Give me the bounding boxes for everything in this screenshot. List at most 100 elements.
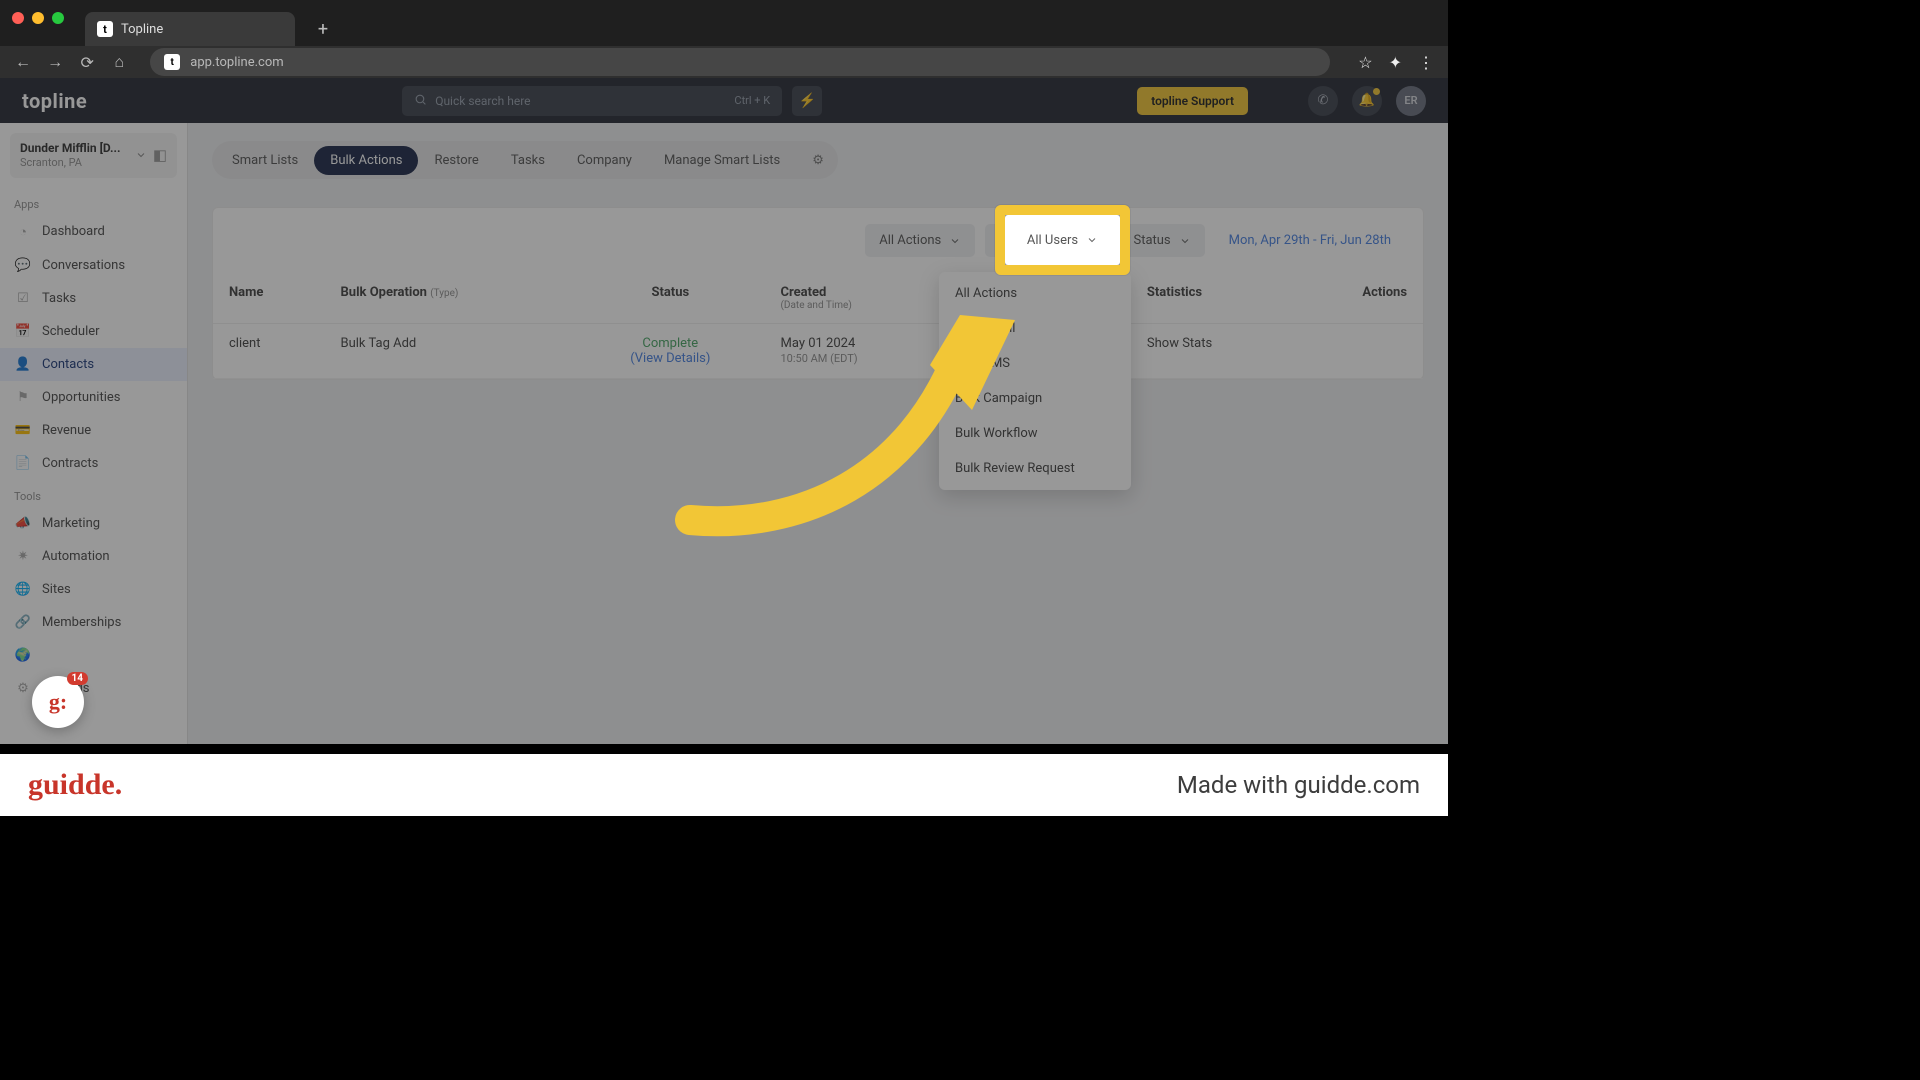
chevron-down-icon <box>1086 234 1098 246</box>
mac-window-lights <box>12 12 64 24</box>
mac-minimize-icon[interactable] <box>32 12 44 24</box>
mac-close-icon[interactable] <box>12 12 24 24</box>
tab-bulk-actions[interactable]: Bulk Actions <box>314 146 418 175</box>
notifications-button[interactable]: 🔔 <box>1352 86 1382 116</box>
table-row: client Bulk Tag Add Complete (View Detai… <box>213 324 1423 379</box>
forward-icon[interactable]: → <box>46 52 64 72</box>
bookmark-icon[interactable]: ☆ <box>1358 53 1372 72</box>
dropdown-item[interactable]: Bulk SMS <box>939 346 1131 381</box>
mac-fullscreen-icon[interactable] <box>52 12 64 24</box>
tab-company[interactable]: Company <box>561 146 648 175</box>
dropdown-item[interactable]: Bulk Workflow <box>939 416 1131 451</box>
tab-tasks[interactable]: Tasks <box>495 146 561 175</box>
location-name: Dunder Mifflin [D... <box>20 141 120 155</box>
sidebar-section-apps: Apps <box>0 188 187 215</box>
chat-icon: 💬 <box>14 258 32 273</box>
cell-name: client <box>213 324 325 379</box>
guidde-recorder-bubble[interactable]: g: 14 <box>32 676 84 728</box>
main-content: Smart Lists Bulk Actions Restore Tasks C… <box>188 123 1448 744</box>
reload-icon[interactable]: ⟳ <box>78 53 96 72</box>
sidebar-item-sites[interactable]: 🌐Sites <box>0 573 187 606</box>
location-switcher[interactable]: Dunder Mifflin [D... Scranton, PA ◧ <box>10 133 177 178</box>
filter-all-actions[interactable]: All Actions <box>865 224 975 257</box>
filters-row: All Actions All Users Any Status Mon, Ap… <box>213 208 1423 273</box>
home-icon[interactable]: ⌂ <box>110 52 128 72</box>
doc-icon: 📄 <box>14 456 32 471</box>
dropdown-item[interactable]: Bulk Campaign <box>939 381 1131 416</box>
url-bar[interactable]: t app.topline.com <box>150 48 1330 76</box>
sidebar-item-memberships[interactable]: 🔗Memberships <box>0 606 187 639</box>
calendar-icon: 📅 <box>14 324 32 339</box>
filter-date-range[interactable]: Mon, Apr 29th - Fri, Jun 28th <box>1215 224 1405 257</box>
sidebar-item-tasks[interactable]: ☑Tasks <box>0 282 187 315</box>
chevron-down-icon <box>1179 235 1191 247</box>
global-search[interactable]: Quick search here Ctrl + K <box>402 86 782 116</box>
phone-button[interactable]: ✆ <box>1308 86 1338 116</box>
earth-icon: 🌍 <box>14 648 32 663</box>
th-actions: Actions <box>1294 273 1423 324</box>
annotation-highlight: All Users <box>995 205 1130 275</box>
new-tab-button[interactable]: + <box>309 15 337 43</box>
bulk-actions-table: Name Bulk Operation (Type) Status Create… <box>213 273 1423 379</box>
bell-icon: 🔔 <box>1359 93 1375 108</box>
footer: guidde. Made with guidde.com <box>0 754 1448 816</box>
cell-actions <box>1294 324 1423 379</box>
app-body: Dunder Mifflin [D... Scranton, PA ◧ Apps… <box>0 123 1448 744</box>
tab-smart-lists[interactable]: Smart Lists <box>216 146 314 175</box>
sidebar-label: Dashboard <box>42 224 105 239</box>
sidebar-label: Contacts <box>42 357 94 372</box>
location-sub: Scranton, PA <box>20 156 82 169</box>
sidebar-item-conversations[interactable]: 💬 Conversations <box>0 249 187 282</box>
dashboard-icon: ◔ <box>14 224 32 240</box>
tab-strip: t Topline + <box>85 12 337 46</box>
user-avatar[interactable]: ER <box>1396 86 1426 116</box>
globe-icon: 🌐 <box>14 582 32 597</box>
sidebar-item-scheduler[interactable]: 📅Scheduler <box>0 315 187 348</box>
sidebar-item-dashboard[interactable]: ◔ Dashboard <box>0 215 187 249</box>
tab-favicon-icon: t <box>97 21 113 37</box>
search-kbd-hint: Ctrl + K <box>734 94 770 107</box>
sidebar-item-marketing[interactable]: 📣Marketing <box>0 507 187 540</box>
dropdown-item[interactable]: Bulk Review Request <box>939 451 1131 486</box>
sidebar-item-unknown[interactable]: 🌍 <box>0 639 187 672</box>
dropdown-item[interactable]: Bulk Email <box>939 311 1131 346</box>
tabs-settings-button[interactable]: ⚙ <box>802 146 834 175</box>
sidebar-label: Conversations <box>42 258 125 273</box>
highlight-inner[interactable]: All Users <box>1005 215 1120 265</box>
guidde-logo: guidde. <box>28 768 122 802</box>
highlight-label: All Users <box>1027 233 1078 248</box>
sidebar-label: Tasks <box>42 291 76 306</box>
cell-created: May 01 2024 10:50 AM (EDT) <box>765 324 948 379</box>
phone-icon: ✆ <box>1318 93 1329 108</box>
tab-manage-smart-lists[interactable]: Manage Smart Lists <box>648 146 796 175</box>
bolt-button[interactable]: ⚡ <box>792 86 822 116</box>
browser-menu-icon[interactable]: ⋮ <box>1418 53 1434 72</box>
dropdown-item[interactable]: All Actions <box>939 276 1131 311</box>
sidebar-item-opportunities[interactable]: ⚑Opportunities <box>0 381 187 414</box>
sidebar-item-settings[interactable]: ⚙Settings <box>0 672 187 705</box>
search-placeholder: Quick search here <box>435 94 530 108</box>
sidebar-label: Marketing <box>42 516 100 531</box>
cell-stats[interactable]: Show Stats <box>1131 324 1294 379</box>
sidebar-item-automation[interactable]: ✷Automation <box>0 540 187 573</box>
browser-tab-topline[interactable]: t Topline <box>85 12 295 46</box>
search-icon <box>414 93 427 109</box>
panel-collapse-icon[interactable]: ◧ <box>153 146 167 164</box>
th-statistics: Statistics <box>1131 273 1294 324</box>
support-button[interactable]: topline Support <box>1137 87 1248 115</box>
notification-dot-icon <box>1373 88 1380 95</box>
extensions-icon[interactable]: ✦ <box>1389 53 1402 72</box>
guidde-g-icon: g: <box>49 689 67 715</box>
chevron-down-icon <box>135 149 147 161</box>
sidebar-item-revenue[interactable]: 💳Revenue <box>0 414 187 447</box>
brand-logo[interactable]: topline <box>22 89 87 113</box>
th-status: Status <box>576 273 764 324</box>
tab-restore[interactable]: Restore <box>418 146 494 175</box>
location-text: Dunder Mifflin [D... Scranton, PA <box>20 141 129 170</box>
sidebar-item-contracts[interactable]: 📄Contracts <box>0 447 187 480</box>
sidebar-item-contacts[interactable]: 👤Contacts <box>0 348 187 381</box>
guidde-badge: 14 <box>67 672 88 685</box>
browser-toolbar: ← → ⟳ ⌂ t app.topline.com ☆ ✦ ⋮ <box>0 46 1448 78</box>
view-details-link[interactable]: (View Details) <box>630 351 710 366</box>
back-icon[interactable]: ← <box>14 52 32 72</box>
